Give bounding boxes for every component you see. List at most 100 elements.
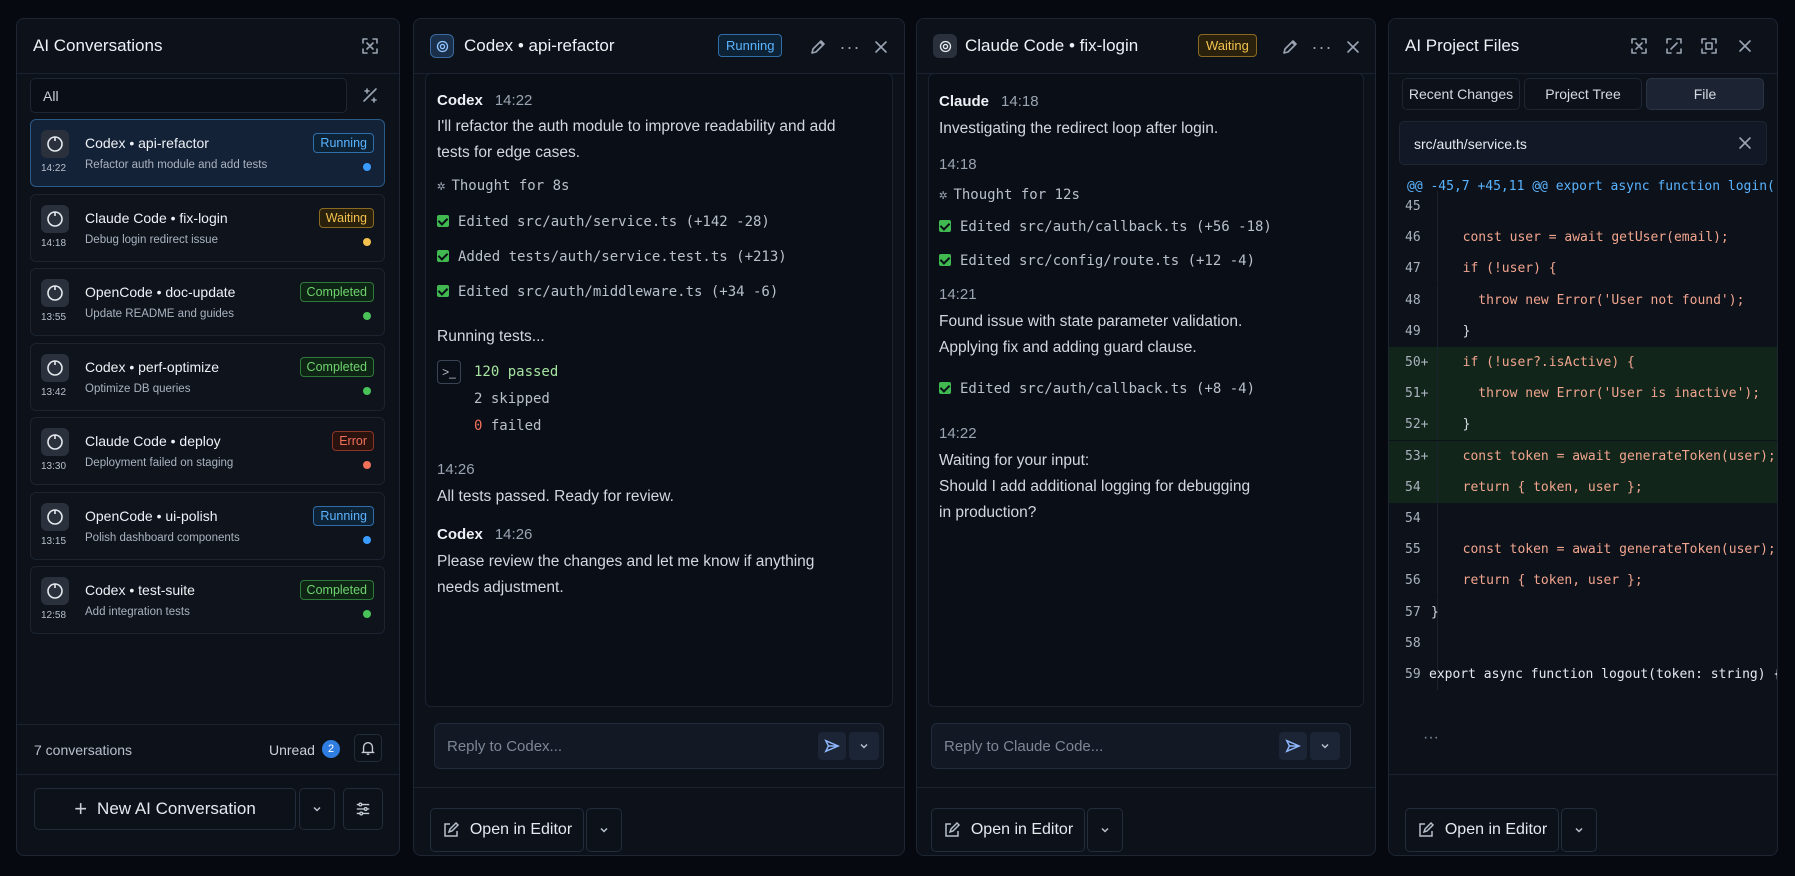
close-file-icon[interactable] <box>1732 130 1758 156</box>
notifications-button[interactable] <box>354 734 382 762</box>
edit-icon[interactable] <box>1277 34 1303 60</box>
message-time: 14:26 <box>437 461 475 478</box>
conversation-time: 13:30 <box>41 461 67 472</box>
edit-entry[interactable]: Edited src/auth/middleware.ts (+34 -6) <box>437 284 778 300</box>
open-in-editor-dropdown[interactable] <box>586 808 622 852</box>
message-time: 14:22 <box>494 92 533 109</box>
message-time: 14:18 <box>1001 93 1039 110</box>
reply-options-dropdown[interactable] <box>849 732 879 760</box>
open-in-editor-dropdown[interactable] <box>1087 808 1123 852</box>
tests-failed: 0 failed <box>474 418 542 434</box>
edit-entry[interactable]: Edited src/auth/callback.ts (+8 -4) <box>939 381 1255 397</box>
close-icon[interactable] <box>1340 34 1366 60</box>
code-text: } <box>1447 323 1471 339</box>
open-in-editor-button[interactable]: Open in Editor <box>1405 808 1559 852</box>
check-icon <box>437 215 449 227</box>
thought-indicator: ✲ Thought for 8s <box>437 178 570 194</box>
tab-project-tree[interactable]: Project Tree <box>1524 78 1642 110</box>
open-in-editor-dropdown[interactable] <box>1561 808 1597 852</box>
claude-chat-header: Claude Code • fix-login Waiting ··· <box>917 19 1375 74</box>
code-text: const token = await generateToken(user); <box>1447 542 1776 558</box>
message-text: tests for edge cases. <box>437 144 581 161</box>
edit-entry[interactable]: Added tests/auth/service.test.ts (+213) <box>437 249 787 265</box>
conversation-count: 7 conversations <box>34 742 133 758</box>
status-badge: Error <box>332 431 374 451</box>
reply-input[interactable]: Reply to Codex... <box>447 738 562 755</box>
claude-reply-box[interactable]: Reply to Claude Code... <box>931 723 1351 769</box>
panel-title: AI Conversations <box>33 36 163 55</box>
expand-icon[interactable] <box>1696 33 1722 59</box>
codex-reply-box[interactable]: Reply to Codex... <box>434 723 884 769</box>
codex-chat-panel: Codex • api-refactor Running ··· Codex 14… <box>413 18 905 856</box>
line-number: 51+ <box>1405 386 1429 402</box>
close-icon[interactable] <box>1732 33 1758 59</box>
status-badge: Completed <box>299 282 374 302</box>
status-dot <box>363 312 371 320</box>
collapse-icon[interactable] <box>1626 33 1652 59</box>
line-number: 45 <box>1405 199 1421 214</box>
codex-editor-bar: Open in Editor <box>414 787 904 855</box>
open-in-editor-button[interactable]: Open in Editor <box>430 808 584 852</box>
check-icon <box>939 382 951 394</box>
send-button[interactable] <box>1279 732 1307 760</box>
agent-avatar-icon <box>41 204 69 233</box>
code-line: 46 const user = await getUser(email); <box>1389 222 1777 254</box>
tab-file[interactable]: File <box>1646 78 1764 110</box>
conversation-filter[interactable]: All <box>30 78 347 113</box>
line-number: 48 <box>1405 292 1421 308</box>
project-files-panel: AI Project Files Recent Changes Project … <box>1388 18 1778 856</box>
conversation-title: Codex • api-refactor <box>85 135 209 151</box>
conversation-item[interactable]: 13:30 Claude Code • deploy Deployment fail… <box>30 417 385 485</box>
message-text: Should I add additional logging for debu… <box>939 478 1251 495</box>
edit-icon <box>945 821 960 837</box>
edit-entry[interactable]: Edited src/config/route.ts (+12 -4) <box>939 253 1255 269</box>
conversation-item[interactable]: 13:42 Codex • perf-optimize Optimize DB qu… <box>30 342 385 411</box>
message-time: 14:22 <box>939 425 977 442</box>
new-conversation-dropdown[interactable] <box>299 788 335 830</box>
conversation-item[interactable]: 14:18 Claude Code • fix-login Debug login … <box>30 193 385 262</box>
chevron-down-icon <box>1101 827 1109 833</box>
tab-recent-changes[interactable]: Recent Changes <box>1402 78 1520 110</box>
tests-passed: 120 passed <box>474 364 559 380</box>
check-icon <box>939 254 951 266</box>
collapse-icon[interactable] <box>357 33 383 59</box>
edit-entry[interactable]: Edited src/auth/callback.ts (+56 -18) <box>939 219 1272 235</box>
conversation-title: OpenCode • doc-update <box>85 284 236 300</box>
agent-avatar-icon <box>41 279 69 307</box>
codex-chat-header: Codex • api-refactor Running ··· <box>414 19 904 74</box>
diff-view: @@ -45,7 +45,11 @@ export async function… <box>1389 171 1777 731</box>
edit-icon <box>1419 821 1434 837</box>
conversation-time: 14:18 <box>41 237 67 249</box>
sidebar-settings-button[interactable] <box>343 788 383 830</box>
edit-icon[interactable] <box>805 34 831 60</box>
agent-avatar-icon <box>41 428 69 456</box>
new-conversation-label: New AI Conversation <box>97 799 256 818</box>
more-icon[interactable]: ··· <box>837 34 863 60</box>
send-button[interactable] <box>818 732 846 760</box>
code-line: 58 <box>1389 627 1777 659</box>
conversation-item[interactable]: 13:55 OpenCode • doc-update Update README … <box>30 268 385 336</box>
code-line: 57} <box>1389 596 1777 628</box>
conversation-item[interactable]: 13:15 OpenCode • ui-polish Polish dashboar… <box>30 491 385 560</box>
open-in-editor-button[interactable]: Open in Editor <box>931 808 1085 852</box>
conversation-item[interactable]: 12:58 Codex • test-suite Add integration t… <box>30 566 385 634</box>
edit-entry[interactable]: Edited src/auth/service.ts (+142 -28) <box>437 214 770 230</box>
more-icon[interactable]: ··· <box>1309 34 1335 60</box>
code-text: const user = await getUser(email); <box>1447 230 1729 246</box>
reply-options-dropdown[interactable] <box>1310 732 1340 760</box>
line-number: 55 <box>1405 542 1421 558</box>
code-line: 54 <box>1389 503 1777 534</box>
new-conversation-button[interactable]: + New AI Conversation <box>34 788 296 830</box>
more-lines-indicator: ··· <box>1423 729 1439 746</box>
filter-settings-icon[interactable] <box>357 83 383 109</box>
close-icon[interactable] <box>868 34 894 60</box>
code-line: 49 } <box>1389 315 1777 347</box>
status-badge: Running <box>313 133 374 153</box>
message-text: Applying fix and adding guard clause. <box>939 339 1197 356</box>
send-icon <box>1285 739 1301 753</box>
reply-input[interactable]: Reply to Claude Code... <box>944 738 1103 755</box>
split-icon[interactable] <box>1661 33 1687 59</box>
conversations-header: AI Conversations <box>17 19 399 74</box>
conversation-item[interactable]: 14:22 Codex • api-refactor Refactor auth m… <box>30 119 385 187</box>
conversation-subtitle: Deployment failed on staging <box>85 457 234 469</box>
